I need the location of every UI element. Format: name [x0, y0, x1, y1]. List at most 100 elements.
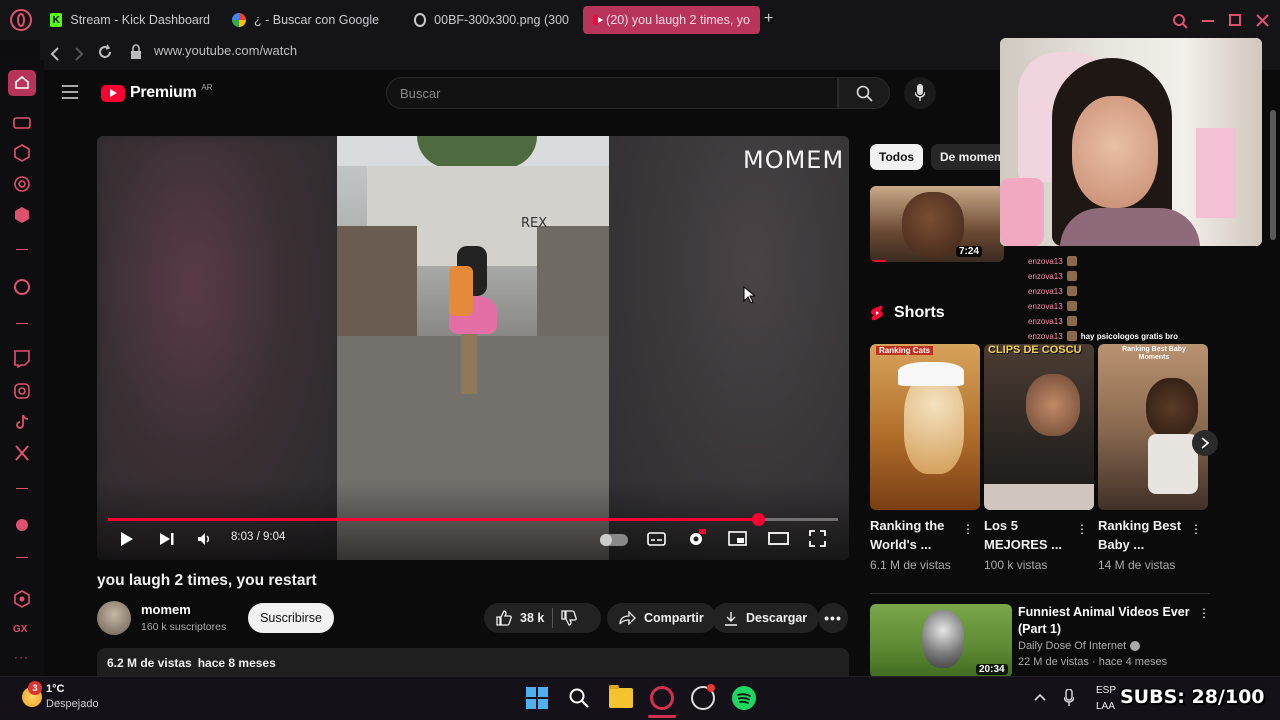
- progress-knob[interactable]: [751, 513, 765, 526]
- menu-icon[interactable]: [62, 85, 78, 99]
- extension-icon[interactable]: [13, 206, 31, 224]
- description-box[interactable]: 6.2 M de vistas hace 8 meses: [97, 648, 849, 676]
- short-title[interactable]: Ranking Best Baby ...: [1098, 516, 1181, 554]
- shorts-next-button[interactable]: [1192, 430, 1218, 456]
- twitch-icon[interactable]: [13, 350, 31, 368]
- browser-tab-bar: K Stream - Kick Dashboard ¿ - Buscar con…: [0, 0, 1280, 40]
- file-explorer-icon[interactable]: [609, 685, 633, 708]
- video-player[interactable]: REX MOMEM 8:03 / 9:04: [97, 136, 849, 560]
- chevron-right-icon: [1201, 437, 1209, 449]
- search-icon[interactable]: [568, 687, 590, 709]
- emote-icon: [1066, 256, 1077, 266]
- more-icon[interactable]: ···: [14, 650, 29, 664]
- language-top[interactable]: ESP: [1096, 685, 1116, 696]
- miniplayer-icon[interactable]: [728, 531, 747, 546]
- emote-icon: [1066, 286, 1077, 296]
- maximize-icon[interactable]: [1229, 14, 1241, 26]
- progress-track[interactable]: [108, 513, 838, 526]
- instagram-icon[interactable]: [13, 382, 31, 400]
- aria-icon[interactable]: [13, 144, 31, 162]
- tab-google[interactable]: ¿ - Buscar con Google: [222, 6, 402, 34]
- chevron-up-icon[interactable]: [1034, 693, 1046, 701]
- opera-gx-taskbar-icon[interactable]: [650, 686, 674, 710]
- x-twitter-icon[interactable]: [13, 444, 31, 462]
- suggested-video-title[interactable]: Funniest Animal Videos Ever (Part 1): [1018, 604, 1198, 638]
- shorts-heading: Shorts: [894, 304, 945, 321]
- volume-icon[interactable]: [197, 532, 213, 546]
- microphone-icon[interactable]: [1064, 689, 1074, 707]
- suggested-video-thumbnail[interactable]: 20:34: [870, 604, 1012, 676]
- short-card[interactable]: Ranking Best Baby Moments: [1098, 344, 1208, 510]
- kebab-menu-icon[interactable]: ⋮: [1198, 606, 1210, 620]
- reload-icon[interactable]: [97, 44, 113, 60]
- next-icon[interactable]: [159, 532, 175, 546]
- voice-search-button[interactable]: [904, 77, 936, 109]
- emote-icon: [1066, 271, 1077, 281]
- forward-icon[interactable]: [72, 46, 86, 62]
- short-title[interactable]: Ranking the World's ...: [870, 516, 944, 554]
- settings-icon[interactable]: [13, 590, 31, 608]
- kebab-menu-icon[interactable]: ⋮: [962, 522, 974, 536]
- opera-logo-icon[interactable]: [10, 9, 32, 31]
- minimize-icon[interactable]: [1202, 20, 1214, 22]
- lock-icon[interactable]: [130, 44, 142, 60]
- subscribe-button[interactable]: Suscribirse: [248, 603, 334, 633]
- channel-name[interactable]: momem: [141, 602, 191, 617]
- app-icon[interactable]: [691, 684, 715, 710]
- page-scrollbar[interactable]: [1270, 70, 1278, 676]
- search-input[interactable]: Buscar: [386, 77, 838, 109]
- subtitles-icon[interactable]: [647, 532, 666, 546]
- like-icon[interactable]: [496, 610, 512, 626]
- weather-desc[interactable]: Despejado: [46, 698, 99, 710]
- active-app-indicator: [648, 715, 676, 718]
- kebab-menu-icon[interactable]: ⋮: [1076, 522, 1088, 536]
- autoplay-toggle[interactable]: [600, 534, 628, 546]
- upload-date: hace 8 meses: [197, 656, 276, 670]
- record-icon[interactable]: [16, 519, 28, 531]
- suggested-thumbnail-top[interactable]: 7:24: [870, 186, 1004, 262]
- gx-icon[interactable]: GX: [13, 624, 27, 635]
- suggested-video-channel[interactable]: Daily Dose Of Internet: [1018, 640, 1141, 652]
- back-icon[interactable]: [48, 46, 62, 62]
- tab-image[interactable]: 00BF-300x300.png (300: [404, 6, 579, 34]
- windows-taskbar: 3 1°C Despejado ESP LAA: [0, 676, 1280, 720]
- emote-icon: [1066, 316, 1077, 326]
- language-bottom[interactable]: LAA: [1096, 701, 1115, 712]
- view-count: 6.2 M de vistas: [107, 656, 192, 670]
- microphone-icon: [915, 84, 925, 101]
- url-text[interactable]: www.youtube.com/watch: [154, 43, 297, 58]
- search-tabs-icon[interactable]: [1172, 13, 1188, 29]
- tab-youtube[interactable]: (20) you laugh 2 times, yo: [583, 6, 760, 34]
- theater-mode-icon[interactable]: [768, 532, 789, 545]
- openai-icon[interactable]: [13, 278, 31, 296]
- short-views: 14 M de vistas: [1098, 558, 1176, 572]
- more-actions-button[interactable]: •••: [818, 603, 848, 633]
- tiktok-icon[interactable]: [13, 413, 31, 431]
- kebab-menu-icon[interactable]: ⋮: [1190, 522, 1202, 536]
- spotify-icon[interactable]: [732, 686, 756, 710]
- windows-start-icon[interactable]: [526, 687, 548, 709]
- chatgpt-icon[interactable]: [13, 175, 31, 193]
- share-button[interactable]: Compartir: [607, 603, 716, 633]
- search-button[interactable]: [838, 77, 890, 109]
- new-tab-icon[interactable]: +: [764, 10, 773, 28]
- download-icon: [725, 611, 737, 626]
- like-count[interactable]: 38 k: [520, 611, 544, 625]
- fullscreen-icon[interactable]: [809, 530, 826, 547]
- short-card[interactable]: Ranking Cats: [870, 344, 980, 510]
- channel-avatar[interactable]: [97, 601, 131, 635]
- play-icon[interactable]: [120, 531, 134, 547]
- short-card[interactable]: CLIPS DE COSCU: [984, 344, 1094, 510]
- settings-gear-icon[interactable]: [687, 529, 706, 548]
- gaming-icon[interactable]: [13, 114, 31, 132]
- weather-temp[interactable]: 1°C: [46, 683, 64, 695]
- short-title[interactable]: Los 5 MEJORES ...: [984, 516, 1062, 554]
- tab-kick[interactable]: K Stream - Kick Dashboard: [40, 6, 220, 34]
- chip-de-momem[interactable]: De momem: [931, 144, 1007, 170]
- chip-todos[interactable]: Todos: [870, 144, 924, 170]
- dislike-icon[interactable]: [561, 610, 578, 626]
- youtube-logo[interactable]: Premium AR: [101, 83, 213, 102]
- download-button[interactable]: Descargar: [712, 603, 820, 633]
- close-icon[interactable]: [1256, 14, 1269, 27]
- home-icon[interactable]: [8, 70, 36, 96]
